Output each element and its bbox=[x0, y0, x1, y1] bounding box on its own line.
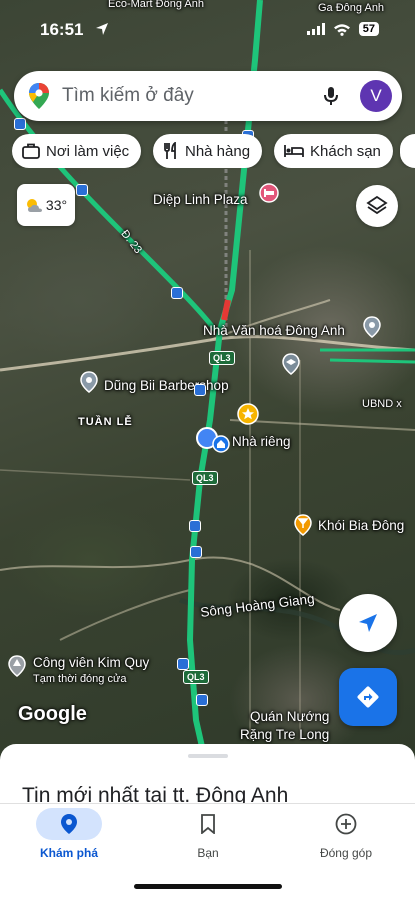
map-label-khoi-bia[interactable]: Khói Bia Đông bbox=[318, 518, 404, 533]
account-avatar[interactable]: V bbox=[360, 80, 392, 112]
sheet-drag-handle[interactable] bbox=[188, 754, 228, 758]
chip-label: Khách sạn bbox=[310, 142, 381, 160]
briefcase-icon bbox=[22, 143, 40, 159]
chip-restaurants[interactable]: Nhà hàng bbox=[153, 134, 263, 168]
bookmark-icon bbox=[201, 814, 215, 834]
bus-stop-icon[interactable] bbox=[190, 546, 202, 558]
map-label-nha-van-hoa[interactable]: Nhà Văn hoá Đông Anh bbox=[203, 323, 345, 338]
map-label-quan-nuong[interactable]: Quán Nướng bbox=[250, 709, 329, 724]
nav-label: Đóng góp bbox=[319, 846, 373, 860]
add-circle-icon bbox=[335, 813, 357, 835]
chip-label: Nơi làm việc bbox=[46, 142, 130, 160]
home-indicator[interactable] bbox=[134, 884, 282, 889]
barbershop-pin-icon[interactable] bbox=[78, 371, 100, 393]
star-pin-icon[interactable] bbox=[237, 403, 259, 425]
partly-sunny-icon bbox=[26, 199, 42, 212]
bus-stop-icon[interactable] bbox=[194, 384, 206, 396]
map-label-cong-vien[interactable]: Công viên Kim Quy bbox=[33, 655, 149, 670]
school-pin-icon[interactable] bbox=[280, 353, 302, 375]
nav-explore[interactable]: Khám phá bbox=[9, 808, 129, 860]
wifi-icon bbox=[333, 23, 350, 36]
battery-level: 57 bbox=[358, 22, 379, 36]
map-label-quan-nuong-2[interactable]: Rặng Tre Long bbox=[240, 727, 329, 742]
weather-widget[interactable]: 33° bbox=[17, 184, 75, 226]
google-logo: Google bbox=[18, 703, 87, 725]
road-shield-ql3: QL3 bbox=[183, 670, 209, 684]
road-shield-ql3: QL3 bbox=[192, 471, 218, 485]
bottom-sheet[interactable]: Tin mới nhất tại tt. Đông Anh bbox=[0, 744, 415, 804]
bed-icon bbox=[284, 145, 304, 157]
directions-icon bbox=[357, 686, 379, 708]
bus-stop-icon[interactable] bbox=[196, 694, 208, 706]
bus-stop-icon[interactable] bbox=[189, 520, 201, 532]
search-input[interactable]: Tìm kiếm ở đây bbox=[62, 85, 320, 107]
chip-label: Nhà hàng bbox=[185, 142, 251, 160]
nav-contribute-icon-wrap bbox=[313, 808, 379, 840]
directions-button[interactable] bbox=[339, 668, 397, 726]
my-location-button[interactable] bbox=[339, 594, 397, 652]
bus-stop-icon[interactable] bbox=[177, 658, 189, 670]
place-pin-icon[interactable] bbox=[361, 316, 383, 338]
restaurant-icon bbox=[164, 142, 176, 159]
bus-stop-icon[interactable] bbox=[76, 184, 88, 196]
location-arrow-icon bbox=[96, 23, 108, 35]
home-pin-icon[interactable] bbox=[210, 433, 232, 455]
map-label-ubnd[interactable]: UBND x bbox=[362, 398, 402, 410]
nav-label: Khám phá bbox=[39, 846, 98, 860]
sheet-title: Tin mới nhất tại tt. Đông Anh bbox=[22, 784, 289, 804]
chip-workplace[interactable]: Nơi làm việc bbox=[12, 134, 142, 168]
map-label-barbershop[interactable]: Dũng Bii Barbershop bbox=[104, 378, 229, 393]
bus-stop-icon[interactable] bbox=[171, 287, 183, 299]
chip-hotels[interactable]: Khách sạn bbox=[274, 134, 393, 168]
nav-you-icon-wrap bbox=[175, 808, 241, 840]
nav-label: Bạn bbox=[197, 846, 219, 860]
hotel-pin-icon[interactable] bbox=[258, 182, 280, 204]
weather-temp: 33° bbox=[45, 197, 68, 213]
map-label-nha-rieng[interactable]: Nhà riêng bbox=[232, 434, 291, 449]
status-time: 16:51 bbox=[40, 20, 84, 39]
nav-contribute[interactable]: Đóng góp bbox=[286, 808, 406, 860]
nav-explore-icon-wrap bbox=[36, 808, 102, 840]
google-maps-pin-icon bbox=[29, 83, 49, 109]
park-pin-icon[interactable] bbox=[6, 655, 28, 677]
explore-pin-icon bbox=[61, 814, 77, 834]
status-bar: 16:51 57 bbox=[0, 0, 415, 54]
layers-icon bbox=[366, 195, 388, 215]
bar-pin-icon[interactable] bbox=[292, 514, 314, 536]
chip-more[interactable] bbox=[400, 134, 415, 168]
navigation-arrow-icon bbox=[359, 614, 377, 632]
map-label-cong-vien-status: Tạm thời đóng cửa bbox=[33, 673, 127, 685]
search-bar[interactable]: Tìm kiếm ở đây V bbox=[14, 71, 402, 121]
cellular-signal-icon bbox=[306, 23, 325, 35]
map-label-diep-linh[interactable]: Diệp Linh Plaza bbox=[153, 192, 248, 207]
microphone-icon[interactable] bbox=[320, 85, 342, 107]
map-label-tuan-le: TUẦN LỄ bbox=[78, 416, 133, 428]
category-chips: Nơi làm việc Nhà hàng Khách sạn bbox=[12, 134, 415, 168]
road-shield-ql3: QL3 bbox=[209, 351, 235, 365]
map-layers-button[interactable] bbox=[356, 185, 398, 227]
nav-you[interactable]: Bạn bbox=[148, 808, 268, 860]
bus-stop-icon[interactable] bbox=[14, 118, 26, 130]
